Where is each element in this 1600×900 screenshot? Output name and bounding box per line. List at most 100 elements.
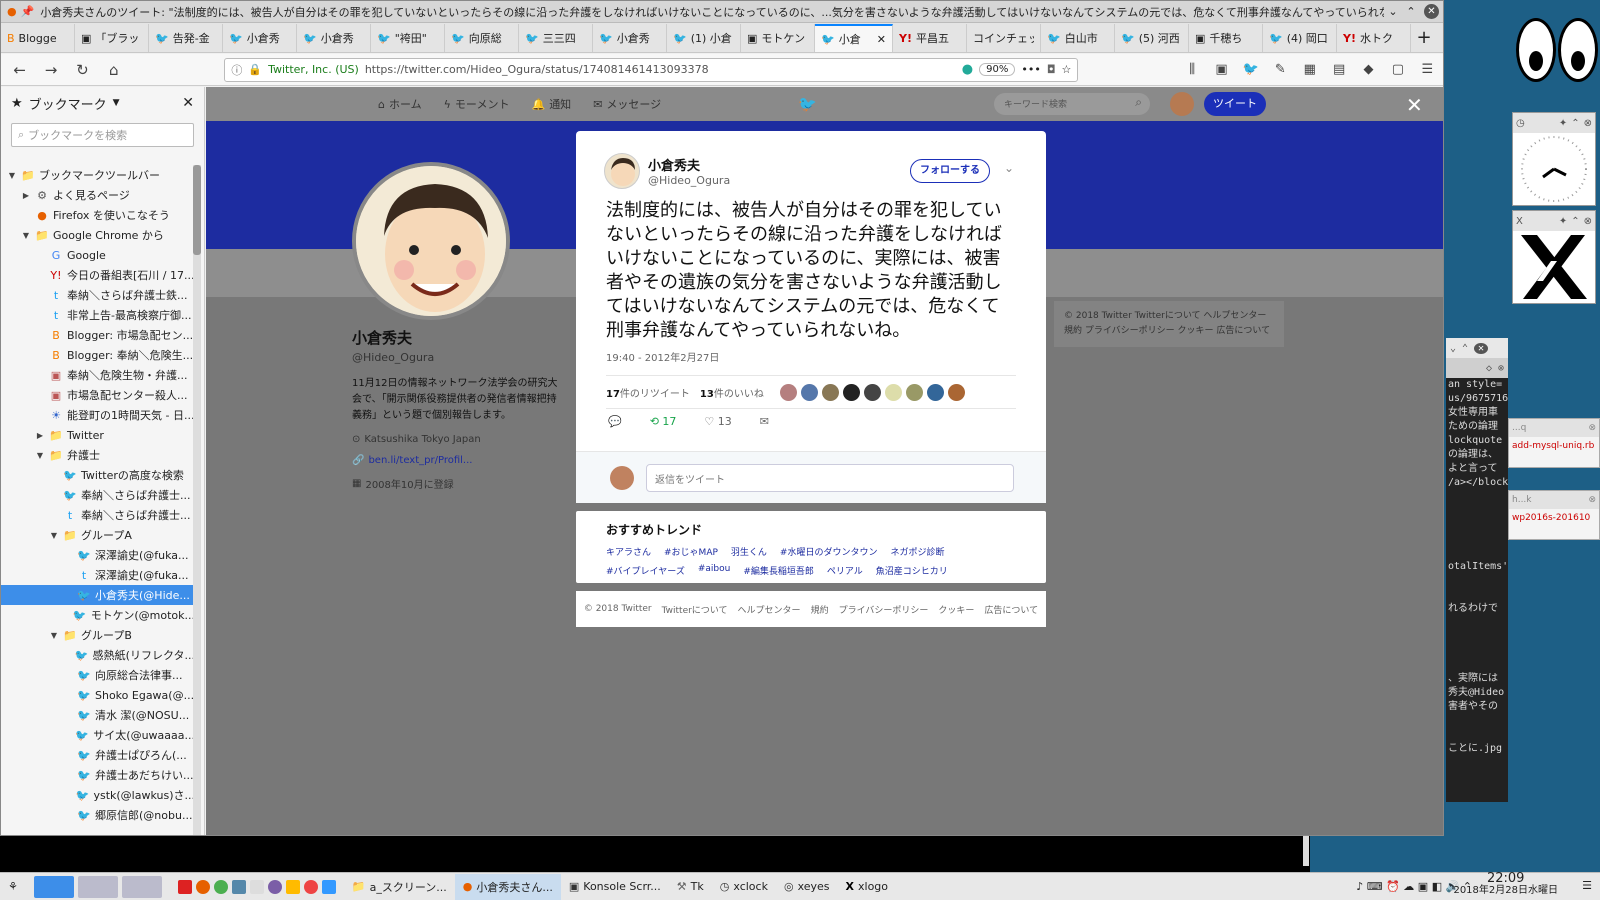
bookmark-item[interactable]: B Blogger: 市場急配セン... bbox=[1, 325, 195, 345]
sidebar-toggle-icon[interactable]: ▣ bbox=[1212, 62, 1231, 77]
bookmark-item[interactable]: 🐦 弁護士あだちけい... bbox=[1, 765, 195, 785]
close-icon[interactable]: ⊗ bbox=[1584, 216, 1592, 227]
close-icon[interactable]: ✕ bbox=[1474, 342, 1489, 354]
zoom-indicator[interactable]: 90% bbox=[979, 63, 1016, 76]
expanded-icon[interactable]: ▼ bbox=[49, 531, 59, 540]
collapsed-icon[interactable]: ▶ bbox=[35, 431, 45, 440]
pin-icon[interactable]: ✦ bbox=[1559, 216, 1567, 227]
profile-link[interactable]: 🔗 ben.li/text_pr/Profil... bbox=[352, 455, 562, 466]
bookmark-item[interactable]: 🐦 感熱紙(リフレクタ... bbox=[1, 645, 195, 665]
app-icon[interactable] bbox=[267, 879, 282, 894]
file-icon[interactable] bbox=[249, 879, 264, 894]
direct-message-icon[interactable]: ✉ bbox=[760, 415, 769, 428]
vivaldi-icon[interactable] bbox=[177, 879, 192, 894]
close-icon[interactable]: ⊗ bbox=[1588, 495, 1596, 505]
konsole-output[interactable]: an style= us/9675716 女性専用車 ための論理 lockquote の論… bbox=[1446, 378, 1508, 756]
firefox-icon[interactable] bbox=[195, 879, 210, 894]
liker-avatar[interactable] bbox=[821, 383, 839, 401]
bookmark-item[interactable]: 🐦 深澤諭史(@fuka... bbox=[1, 545, 195, 565]
page-actions-icon[interactable]: ••• bbox=[1021, 63, 1040, 76]
tweet-author-avatar[interactable] bbox=[604, 153, 640, 189]
maximize-button[interactable]: ⌃ bbox=[1402, 5, 1420, 18]
tab-12[interactable]: Y! 平昌五 bbox=[893, 24, 967, 52]
tab-10[interactable]: ▣ モトケン bbox=[741, 24, 815, 52]
url-text[interactable]: https://twitter.com/Hideo_Ogura/status/1… bbox=[365, 63, 956, 76]
bookmark-item[interactable]: t 奉納＼さらば弁護士... bbox=[1, 505, 195, 525]
profile-avatar[interactable] bbox=[352, 162, 510, 320]
mini-window-body[interactable]: add-mysql-uniq.rb bbox=[1509, 437, 1599, 455]
tab-11[interactable]: 🐦 小倉 ✕ bbox=[815, 24, 893, 52]
close-sidebar-button[interactable]: ✕ bbox=[182, 95, 194, 111]
tab-2[interactable]: 🐦 告発-金 bbox=[149, 24, 223, 52]
pin-icon[interactable]: ✦ bbox=[1559, 118, 1567, 129]
trend-link[interactable]: ペリアル bbox=[827, 564, 863, 577]
bookmark-item[interactable]: ● Firefox を使いこなそう bbox=[1, 205, 195, 225]
tweet-timestamp[interactable]: 19:40 - 2012年2月27日 bbox=[606, 349, 719, 364]
task-x[interactable]: Xxlogo bbox=[838, 880, 897, 893]
close-window-button[interactable]: ✕ bbox=[1424, 4, 1439, 19]
tweet-button[interactable]: ツイート bbox=[1204, 92, 1266, 116]
evernote-icon[interactable]: ◆ bbox=[1359, 62, 1378, 77]
mini-window-body[interactable]: wp2016s-201610 bbox=[1509, 509, 1599, 527]
chevron-down-icon[interactable]: ⌄ bbox=[1450, 343, 1456, 354]
document-icon[interactable] bbox=[321, 879, 336, 894]
notes-icon[interactable] bbox=[285, 879, 300, 894]
bookmark-item[interactable]: G Google bbox=[1, 245, 195, 265]
trend-link[interactable]: ネガポジ診断 bbox=[890, 545, 944, 558]
bookmark-item[interactable]: 🐦 ystk(@lawkus)さ... bbox=[1, 785, 195, 805]
back-button[interactable]: ← bbox=[9, 61, 30, 79]
tab-8[interactable]: 🐦 小倉秀 bbox=[593, 24, 667, 52]
side-footer-line1[interactable]: © 2018 Twitter Twitterについて ヘルプセンター bbox=[1064, 309, 1274, 324]
forward-button[interactable]: → bbox=[40, 61, 61, 79]
user-avatar[interactable] bbox=[1170, 92, 1194, 116]
like-count[interactable]: 13件のいいね bbox=[700, 385, 764, 400]
bookmark-item[interactable]: 🐦 Shoko Egawa(@... bbox=[1, 685, 195, 705]
trend-link[interactable]: 羽生くん bbox=[731, 545, 767, 558]
trend-link[interactable]: #編集長稲垣吾郎 bbox=[743, 564, 814, 577]
menu-icon[interactable]: ☰ bbox=[1418, 62, 1437, 77]
menu-icon[interactable]: ☰ bbox=[1582, 879, 1592, 892]
expanded-icon[interactable]: ▼ bbox=[49, 631, 59, 640]
chrome-icon[interactable] bbox=[213, 879, 228, 894]
tab-13[interactable]: コインチェッ bbox=[967, 24, 1041, 52]
profile-name[interactable]: 小倉秀夫 bbox=[352, 327, 562, 348]
chevron-down-icon[interactable]: ⌄ bbox=[1004, 161, 1014, 175]
bookmark-item[interactable]: 🐦 向原総合法律事... bbox=[1, 665, 195, 685]
tab-icon[interactable]: ◇ bbox=[1486, 363, 1492, 374]
bookmark-star-icon[interactable]: ☆ bbox=[1062, 63, 1072, 76]
task-tk[interactable]: ⚒ Tk bbox=[669, 880, 712, 893]
like-action[interactable]: ♡ 13 bbox=[704, 415, 731, 428]
tweet-author-name[interactable]: 小倉秀夫 bbox=[648, 155, 730, 174]
close-tab-icon[interactable]: ⊗ bbox=[1498, 363, 1504, 374]
app-icon[interactable] bbox=[231, 879, 246, 894]
taskbar-clock[interactable]: 22:09 2018年2月28日水曜日 bbox=[1453, 872, 1558, 897]
url-bar[interactable]: ⓘ 🔒 Twitter, Inc. (US) https://twitter.c… bbox=[224, 57, 1079, 82]
task-eyes[interactable]: ◎ xeyes bbox=[776, 880, 838, 893]
bookmark-item[interactable]: 🐦 奉納＼さらば弁護士... bbox=[1, 485, 195, 505]
liker-avatar[interactable] bbox=[926, 383, 944, 401]
reply-icon[interactable]: 💬 bbox=[608, 415, 622, 428]
footer-link[interactable]: プライバシーポリシー bbox=[839, 603, 929, 616]
bookmark-item[interactable]: ▣ 市場急配センター殺人... bbox=[1, 385, 195, 405]
pen-extension-icon[interactable]: ✎ bbox=[1271, 62, 1290, 77]
bookmark-search-input[interactable]: ⌕ ブックマークを検索 bbox=[11, 123, 194, 147]
footer-link[interactable]: Twitterについて bbox=[662, 603, 728, 616]
bookmark-folder[interactable]: ▼ 📁 グループB bbox=[1, 625, 195, 645]
footer-link[interactable]: ヘルプセンター bbox=[738, 603, 801, 616]
tab-17[interactable]: 🐦 (4) 岡口 bbox=[1263, 24, 1337, 52]
task-firefox[interactable]: ● 小倉秀夫さん... bbox=[454, 873, 561, 900]
bookmark-folder[interactable]: ▼ 📁 弁護士 bbox=[1, 445, 195, 465]
tab-9[interactable]: 🐦 (1) 小倉 bbox=[667, 24, 741, 52]
bookmark-item[interactable]: 🐦 サイ太(@uwaaaa... bbox=[1, 725, 195, 745]
task-terminal[interactable]: ▣ Konsole Scrr... bbox=[561, 880, 669, 893]
retweet-action[interactable]: ⟲ 17 bbox=[650, 415, 677, 428]
bookmark-item[interactable]: 🐦 弁護士ぱぴろん(... bbox=[1, 745, 195, 765]
tab-15[interactable]: 🐦 (5) 河西 bbox=[1115, 24, 1189, 52]
footer-link[interactable]: クッキー bbox=[938, 603, 974, 616]
tab-14[interactable]: 🐦 白山市 bbox=[1041, 24, 1115, 52]
liker-avatar[interactable] bbox=[884, 383, 902, 401]
liker-avatar[interactable] bbox=[779, 383, 797, 401]
nav-notifications[interactable]: 🔔 通知 bbox=[531, 96, 571, 112]
liker-avatar[interactable] bbox=[947, 383, 965, 401]
tab-18[interactable]: Y! 水トク bbox=[1337, 24, 1411, 52]
